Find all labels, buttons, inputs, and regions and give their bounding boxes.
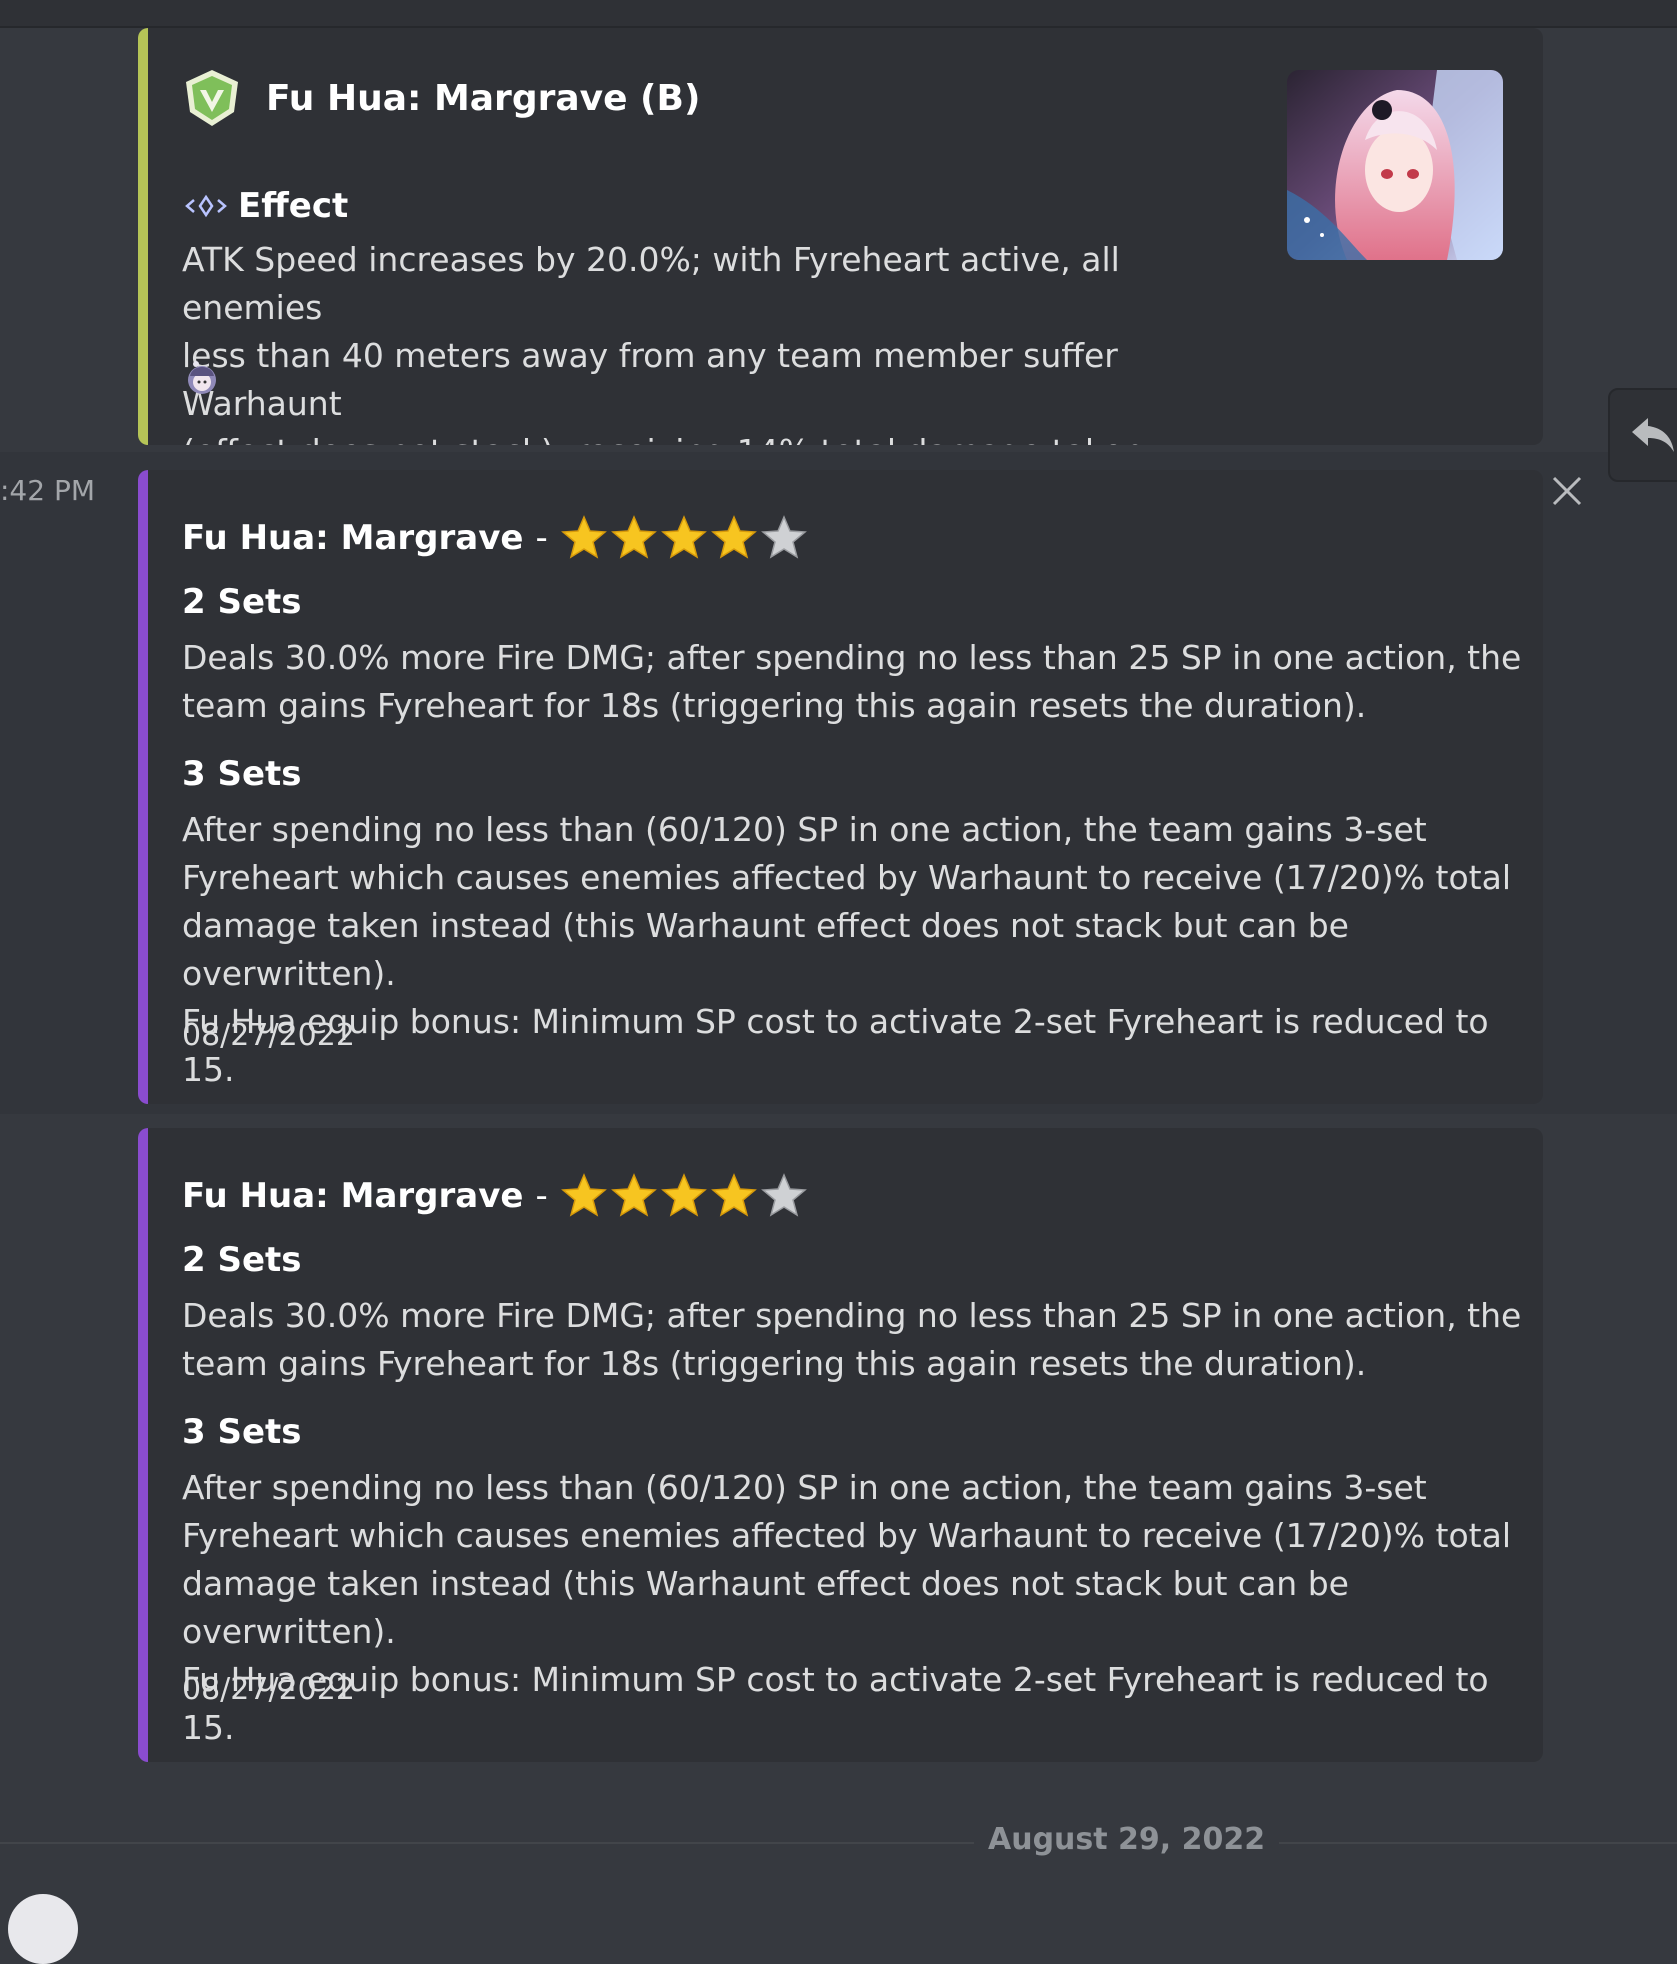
top-bar bbox=[0, 0, 1677, 28]
reply-button[interactable] bbox=[1608, 388, 1677, 482]
embed-author-name: Fu Hua: Margrave (B) bbox=[266, 77, 701, 119]
set2-line: Deals 30.0% more Fire DMG; after spendin… bbox=[182, 1296, 1522, 1335]
embed-color-bar bbox=[138, 1128, 148, 1762]
date-divider bbox=[0, 1842, 1677, 1844]
star-icon bbox=[560, 515, 607, 559]
chibi-character-icon bbox=[188, 361, 216, 394]
star-empty-icon bbox=[760, 515, 807, 559]
set3-line: After spending no less than (60/120) SP … bbox=[182, 810, 1427, 849]
card-title-row: Fu Hua: Margrave - bbox=[182, 514, 808, 562]
embed-color-bar bbox=[138, 470, 148, 1104]
close-icon[interactable] bbox=[1550, 474, 1584, 508]
card-title: Fu Hua: Margrave bbox=[182, 1176, 524, 1216]
star-empty-icon bbox=[760, 1173, 807, 1217]
card-date: 08/27/2022 bbox=[182, 1672, 355, 1707]
title-dash: - bbox=[535, 1176, 548, 1216]
set2-line: team gains Fyreheart for 18s (triggering… bbox=[182, 1344, 1367, 1383]
set2-description: Deals 30.0% more Fire DMG; after spendin… bbox=[182, 634, 1522, 730]
set3-label: 3 Sets bbox=[182, 1412, 302, 1452]
star-icon bbox=[560, 1173, 607, 1217]
title-dash: - bbox=[535, 518, 548, 558]
date-divider-label: August 29, 2022 bbox=[974, 1822, 1280, 1857]
set3-description: After spending no less than (60/120) SP … bbox=[182, 806, 1522, 1094]
diamond-arrows-icon bbox=[185, 194, 227, 218]
star-icon bbox=[610, 1173, 657, 1217]
set2-label: 2 Sets bbox=[182, 582, 302, 622]
effect-description: ATK Speed increases by 20.0%; with Fyreh… bbox=[182, 236, 1242, 445]
set3-line: After spending no less than (60/120) SP … bbox=[182, 1468, 1427, 1507]
set2-line: Deals 30.0% more Fire DMG; after spendin… bbox=[182, 638, 1522, 677]
card-title: Fu Hua: Margrave bbox=[182, 518, 524, 558]
embed-color-bar bbox=[138, 28, 148, 445]
set3-line: damage taken instead (this Warhaunt effe… bbox=[182, 1564, 1349, 1651]
set2-description: Deals 30.0% more Fire DMG; after spendin… bbox=[182, 1292, 1522, 1388]
set3-label: 3 Sets bbox=[182, 754, 302, 794]
rating-stars bbox=[560, 514, 808, 562]
rating-stars bbox=[560, 1172, 808, 1220]
embed-stigmata-card: Fu Hua: Margrave - 2 Sets Deals 30.0% mo… bbox=[138, 1128, 1543, 1762]
set3-line: Fu Hua equip bonus: Minimum SP cost to a… bbox=[182, 1660, 1489, 1747]
set3-line: Fu Hua equip bonus: Minimum SP cost to a… bbox=[182, 1002, 1489, 1089]
set3-line: Fyreheart which causes enemies affected … bbox=[182, 858, 1511, 897]
set3-description: After spending no less than (60/120) SP … bbox=[182, 1464, 1522, 1752]
reply-icon bbox=[1632, 418, 1674, 452]
star-icon bbox=[660, 515, 707, 559]
set3-line: damage taken instead (this Warhaunt effe… bbox=[182, 906, 1349, 993]
effect-field: Effect bbox=[182, 186, 348, 226]
star-icon bbox=[710, 1173, 757, 1217]
fu-hua-portrait[interactable] bbox=[1287, 70, 1503, 260]
set2-label: 2 Sets bbox=[182, 1240, 302, 1280]
set2-line: team gains Fyreheart for 18s (triggering… bbox=[182, 686, 1367, 725]
green-emblem-icon bbox=[186, 70, 238, 126]
embed-effect: Fu Hua: Margrave (B) Effect ATK Speed in… bbox=[138, 28, 1543, 445]
embed-stigmata-card: Fu Hua: Margrave - 2 Sets Deals 30.0% mo… bbox=[138, 470, 1543, 1104]
star-icon bbox=[660, 1173, 707, 1217]
star-icon bbox=[610, 515, 657, 559]
effect-line: less than 40 meters away from any team m… bbox=[182, 336, 1118, 423]
effect-label: Effect bbox=[238, 186, 349, 226]
message-timestamp: :42 PM bbox=[0, 474, 96, 507]
effect-line: (effect does not stack), receiving 14% t… bbox=[182, 428, 1242, 445]
effect-line: ATK Speed increases by 20.0%; with Fyreh… bbox=[182, 240, 1120, 327]
card-date: 08/27/2022 bbox=[182, 1018, 355, 1053]
embed-author: Fu Hua: Margrave (B) bbox=[182, 68, 700, 128]
set3-line: Fyreheart which causes enemies affected … bbox=[182, 1516, 1511, 1555]
star-icon bbox=[710, 515, 757, 559]
card-title-row: Fu Hua: Margrave - bbox=[182, 1172, 808, 1220]
